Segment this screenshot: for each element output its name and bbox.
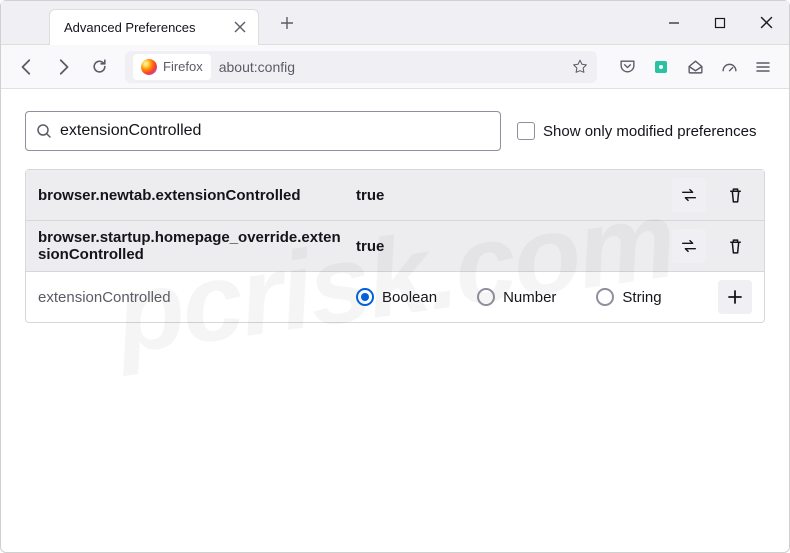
toggle-button[interactable] [672, 229, 706, 263]
type-radio-group: Boolean Number String [356, 288, 708, 306]
firefox-logo-icon [141, 59, 157, 75]
minimize-button[interactable] [651, 1, 697, 44]
toolbar-right-icons [611, 51, 779, 83]
nav-toolbar: Firefox about:config [1, 45, 789, 89]
hamburger-menu-icon[interactable] [747, 51, 779, 83]
tab-title: Advanced Preferences [64, 20, 224, 35]
gauge-icon[interactable] [713, 51, 745, 83]
pref-name: browser.newtab.extensionControlled [38, 187, 346, 204]
checkbox-icon [517, 122, 535, 140]
search-icon [36, 123, 52, 139]
search-box[interactable] [25, 111, 501, 151]
close-window-button[interactable] [743, 1, 789, 44]
extension-icon[interactable] [645, 51, 677, 83]
toggle-button[interactable] [672, 178, 706, 212]
row-actions [672, 178, 752, 212]
radio-label: Number [503, 289, 556, 306]
show-modified-checkbox[interactable]: Show only modified preferences [517, 122, 756, 140]
radio-string[interactable]: String [596, 288, 661, 306]
add-pref-name: extensionControlled [38, 289, 346, 306]
browser-window: Advanced Preferences [0, 0, 790, 553]
search-row: Show only modified preferences [25, 111, 765, 151]
radio-label: Boolean [382, 289, 437, 306]
bookmark-star-icon[interactable] [571, 58, 589, 76]
tab-close-button[interactable] [232, 19, 248, 35]
window-controls [651, 1, 789, 44]
maximize-button[interactable] [697, 1, 743, 44]
tab-active[interactable]: Advanced Preferences [49, 9, 259, 45]
pref-row[interactable]: browser.startup.homepage_override.extens… [26, 220, 764, 271]
results-list: browser.newtab.extensionControlled true … [25, 169, 765, 323]
row-actions [672, 229, 752, 263]
delete-button[interactable] [718, 229, 752, 263]
add-pref-row: extensionControlled Boolean Number Strin… [26, 271, 764, 322]
search-input[interactable] [60, 122, 490, 140]
reload-button[interactable] [83, 51, 115, 83]
identity-box[interactable]: Firefox [133, 54, 211, 80]
address-bar[interactable]: Firefox about:config [125, 51, 597, 83]
radio-boolean[interactable]: Boolean [356, 288, 437, 306]
radio-icon [356, 288, 374, 306]
tab-strip: Advanced Preferences [1, 1, 789, 45]
pocket-icon[interactable] [611, 51, 643, 83]
identity-label: Firefox [163, 59, 203, 74]
url-text: about:config [219, 59, 563, 75]
show-modified-label: Show only modified preferences [543, 123, 756, 140]
inbox-icon[interactable] [679, 51, 711, 83]
back-button[interactable] [11, 51, 43, 83]
add-button[interactable] [718, 280, 752, 314]
radio-icon [596, 288, 614, 306]
delete-button[interactable] [718, 178, 752, 212]
new-tab-button[interactable] [271, 7, 303, 39]
pref-value: true [356, 187, 662, 204]
radio-label: String [622, 289, 661, 306]
radio-number[interactable]: Number [477, 288, 556, 306]
pref-name: browser.startup.homepage_override.extens… [38, 229, 346, 263]
pref-value: true [356, 238, 662, 255]
about-config-content: Show only modified preferences browser.n… [1, 89, 789, 552]
pref-row[interactable]: browser.newtab.extensionControlled true [26, 170, 764, 220]
row-actions [718, 280, 752, 314]
forward-button[interactable] [47, 51, 79, 83]
radio-icon [477, 288, 495, 306]
